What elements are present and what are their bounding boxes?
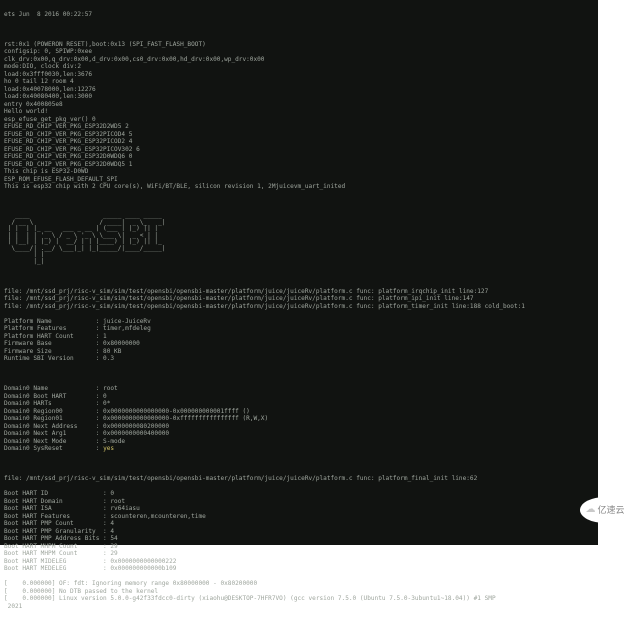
boot-line: esp_efuse_get_pkg_ver() 0	[4, 116, 594, 124]
platform-info-block: Platform Name : juice-JuiceRvPlatform Fe…	[4, 318, 594, 363]
boot-line: Hello world!	[4, 108, 594, 116]
kernel-line: [ 0.000000] Linux version 5.0.0-g42f33fd…	[4, 595, 594, 603]
domain-kv: Domain0 Boot HART : 0	[4, 393, 594, 401]
blank-line	[4, 460, 594, 468]
domain-kv: Domain0 Region01 : 0x0000000000000000-0x…	[4, 415, 594, 423]
boot-line: ESP_ROM_EFUSE_FLASH_DEFAULT_SPI	[4, 176, 594, 184]
platform-kv: Firmware Base : 0x80000000	[4, 340, 594, 348]
watermark-text: 亿速云	[597, 506, 624, 515]
boot-line: This chip is ESP32-D0WD	[4, 168, 594, 176]
domain-kv: Domain0 Next Arg1 : 0x0000000000400000	[4, 430, 594, 438]
terminal-output: ets Jun 8 2016 00:22:57 rst:0x1 (POWERON…	[0, 0, 598, 545]
boothart-kv: Boot HART PMP Address Bits : 54	[4, 535, 594, 543]
trace-line: file: /mnt/ssd_prj/risc-v_sim/sim/test/o…	[4, 303, 594, 311]
kernel-line: [ 0.000000] No DTB passed to the kernel	[4, 588, 594, 596]
watermark-logo: ☁亿速云	[580, 497, 630, 523]
boot-timestamp: ets Jun 8 2016 00:22:57	[4, 11, 594, 19]
boothart-kv: Boot HART PMP Granularity : 4	[4, 528, 594, 536]
boothart-kv: Boot HART Domain : root	[4, 498, 594, 506]
platform-kv: Firmware Size : 80 KB	[4, 348, 594, 356]
boot-line: configsip: 0, SPIWP:0xee	[4, 48, 594, 56]
boot-line: EFUSE_RD_CHIP_VER_PKG_ESP32D0WDQ5 1	[4, 161, 594, 169]
blank-line	[4, 273, 594, 281]
domain-info-block: Domain0 Name : rootDomain0 Boot HART : 0…	[4, 385, 594, 453]
boothart-kv: Boot HART MEDELEG : 0x000000000000b109	[4, 565, 594, 573]
boot-line: EFUSE_RD_CHIP_VER_PKG_ESP32D2WD5 2	[4, 123, 594, 131]
boothart-kv: Boot HART ISA : rv64iasu	[4, 505, 594, 513]
platform-kv: Runtime SBI Version : 0.3	[4, 355, 594, 363]
boothart-kv: Boot HART PMP Count : 4	[4, 520, 594, 528]
boot-line: load:0x40078000,len:12276	[4, 86, 594, 94]
boot-line: mode:DIO, clock div:2	[4, 63, 594, 71]
boot-line: rst:0x1 (POWERON RESET),boot:0x13 (SPI_F…	[4, 41, 594, 49]
blank-line	[4, 26, 594, 34]
boothart-kv: Boot HART MHPM Count : 29	[4, 543, 594, 551]
platform-file-trace: file: /mnt/ssd_prj/risc-v_sim/sim/test/o…	[4, 288, 594, 311]
kernel-line: [ 0.000000] OF: fdt: Ignoring memory ran…	[4, 580, 594, 588]
domain-kv: Domain0 Next Mode : S-mode	[4, 438, 594, 446]
kernel-log-block: [ 0.000000] OF: fdt: Ignoring memory ran…	[4, 580, 594, 610]
boot-line: clk_drv:0x00,q_drv:0x00,d_drv:0x00,cs0_d…	[4, 56, 594, 64]
kernel-line: 2021	[4, 603, 594, 611]
boot-hart-block: Boot HART ID : 0Boot HART Domain : rootB…	[4, 490, 594, 573]
cloud-icon: ☁	[585, 505, 595, 515]
boot-line: EFUSE_RD_CHIP_VER_PKG_ESP32D0WDQ6 0	[4, 153, 594, 161]
blank-line	[4, 198, 594, 206]
boothart-kv: Boot HART MIDELEG : 0x0000000000000222	[4, 558, 594, 566]
platform-kv: Platform Name : juice-JuiceRv	[4, 318, 594, 326]
blank-line	[4, 370, 594, 378]
trace-line: file: /mnt/ssd_prj/risc-v_sim/sim/test/o…	[4, 288, 594, 296]
boot-line: EFUSE_RD_CHIP_VER_PKG_ESP32PICOD4 5	[4, 131, 594, 139]
boot-line: ho 0 tail 12 room 4	[4, 78, 594, 86]
domain-kv: Domain0 SysReset : yes	[4, 445, 594, 453]
boot-line: load:0x40080400,len:3000	[4, 93, 594, 101]
platform-kv: Platform Features : timer,mfdeleg	[4, 325, 594, 333]
boothart-kv: Boot HART MHPM Count : 29	[4, 550, 594, 558]
platform-final-file: file: /mnt/ssd_prj/risc-v_sim/sim/test/o…	[4, 475, 594, 483]
domain-kv: Domain0 Region00 : 0x0000000000000000-0x…	[4, 408, 594, 416]
platform-kv: Platform HART Count : 1	[4, 333, 594, 341]
boot-line: EFUSE_RD_CHIP_VER_PKG_ESP32PICOD2 4	[4, 138, 594, 146]
trace-line: file: /mnt/ssd_prj/risc-v_sim/sim/test/o…	[4, 295, 594, 303]
boot-line: EFUSE_RD_CHIP_VER_PKG_ESP32PICOV302 6	[4, 146, 594, 154]
domain-kv: Domain0 HARTs : 0*	[4, 400, 594, 408]
domain-kv: Domain0 Next Address : 0x000000008020000…	[4, 423, 594, 431]
opensbi-ascii-logo: ____ _____ ____ _____ / __ \ / ____| _ \…	[4, 213, 594, 265]
boot-line: load:0x3fff0030,len:3676	[4, 71, 594, 79]
boothart-kv: Boot HART ID : 0	[4, 490, 594, 498]
domain-kv: Domain0 Name : root	[4, 385, 594, 393]
boot-line: This is esp32 chip with 2 CPU core(s), W…	[4, 183, 594, 191]
boothart-kv: Boot HART Features : scounteren,mcounter…	[4, 513, 594, 521]
boot-line: entry 0x400805e8	[4, 101, 594, 109]
